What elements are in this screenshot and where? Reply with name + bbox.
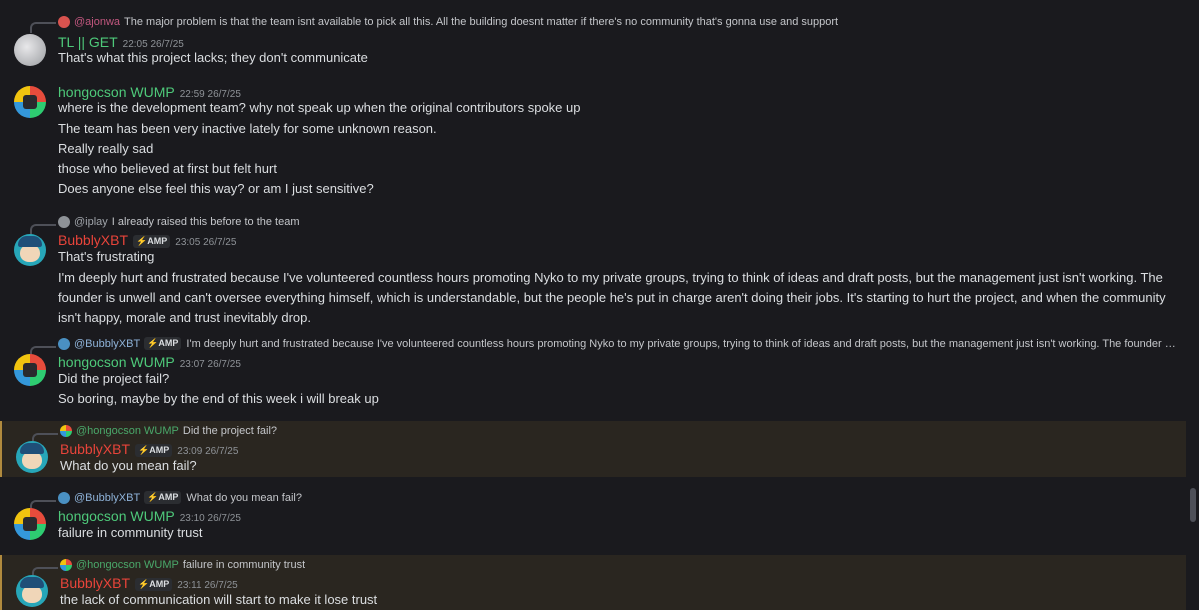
message-text: those who believed at first but felt hur… — [58, 161, 277, 176]
reply-author[interactable]: @hongocson WUMP — [76, 425, 179, 437]
reply-author[interactable]: @BubblyXBT — [74, 492, 140, 504]
avatar[interactable] — [16, 575, 48, 607]
reply-preview[interactable]: @iplay I already raised this before to t… — [58, 214, 1178, 230]
server-tag-badge: ⚡AMP — [144, 336, 182, 350]
reply-text: What do you mean fail? — [186, 492, 302, 504]
avatar[interactable] — [14, 508, 46, 540]
message-text: failure in community trust — [58, 525, 203, 540]
message-text: So boring, maybe by the end of this week… — [58, 391, 379, 406]
username[interactable]: BubblyXBT — [60, 441, 130, 457]
message-group: @iplay I already raised this before to t… — [0, 210, 1186, 326]
reply-text: failure in community trust — [182, 559, 306, 571]
message-text: the lack of communication will start to … — [60, 592, 378, 607]
username[interactable]: hongocson WUMP — [58, 508, 175, 524]
server-tag-badge: ⚡AMP — [144, 490, 182, 504]
avatar[interactable] — [14, 86, 46, 118]
reply-author[interactable]: @BubblyXBT — [74, 338, 140, 350]
message-text: What do you mean fail? — [60, 458, 197, 473]
reply-text: I'm deeply hurt and frustrated because I… — [186, 338, 1178, 350]
message-text: Does anyone else feel this way? or am I … — [58, 181, 374, 196]
message-text: That's frustrating — [58, 249, 155, 264]
username[interactable]: hongocson WUMP — [58, 354, 175, 370]
username[interactable]: BubblyXBT — [58, 232, 128, 248]
message-group: @BubblyXBT ⚡AMP I'm deeply hurt and frus… — [0, 334, 1186, 412]
reply-avatar-icon — [58, 492, 70, 504]
avatar[interactable] — [14, 354, 46, 386]
username[interactable]: BubblyXBT — [60, 575, 130, 591]
reply-avatar-icon — [58, 216, 70, 228]
avatar[interactable] — [14, 34, 46, 66]
message-group: hongocson WUMP 22:59 26/7/25 where is th… — [0, 80, 1186, 208]
message-group: @ajonwa The major problem is that the te… — [0, 0, 1186, 72]
scrollbar-thumb[interactable] — [1190, 488, 1196, 522]
reply-author[interactable]: @ajonwa — [74, 16, 120, 28]
message-text: Did the project fail? — [58, 371, 170, 386]
reply-avatar-icon — [60, 425, 72, 437]
reply-text: I already raised this before to the team — [111, 216, 300, 228]
avatar[interactable] — [16, 441, 48, 473]
reply-preview[interactable]: @BubblyXBT ⚡AMP I'm deeply hurt and frus… — [58, 336, 1178, 352]
reply-preview[interactable]: @hongocson WUMP failure in community tru… — [60, 557, 1180, 573]
reply-avatar-icon — [58, 338, 70, 350]
reply-preview[interactable]: @ajonwa The major problem is that the te… — [58, 14, 1178, 30]
reply-preview[interactable]: @BubblyXBT ⚡AMP What do you mean fail? — [58, 490, 1178, 506]
reply-preview[interactable]: @hongocson WUMP Did the project fail? — [60, 423, 1180, 439]
message-text: Really really sad — [58, 141, 154, 156]
reply-avatar-icon — [58, 16, 70, 28]
message-group: @BubblyXBT ⚡AMP What do you mean fail? h… — [0, 488, 1186, 546]
reply-text: Did the project fail? — [182, 425, 278, 437]
message-group-mention: @hongocson WUMP Did the project fail? Bu… — [0, 421, 1186, 477]
reply-author[interactable]: @iplay — [74, 216, 108, 228]
message-group-mention: @hongocson WUMP failure in community tru… — [0, 555, 1186, 610]
reply-author[interactable]: @hongocson WUMP — [76, 559, 179, 571]
chat-message-list: @ajonwa The major problem is that the te… — [0, 0, 1199, 610]
message-text: I'm deeply hurt and frustrated because I… — [58, 270, 1166, 325]
reply-text: The major problem is that the team isnt … — [124, 16, 839, 28]
reply-avatar-icon — [60, 559, 72, 571]
message-text: where is the development team? why not s… — [58, 100, 581, 115]
avatar[interactable] — [14, 234, 46, 266]
timestamp: 23:05 26/7/25 — [175, 237, 237, 248]
message-text: The team has been very inactive lately f… — [58, 121, 437, 136]
timestamp: 23:07 26/7/25 — [179, 359, 241, 370]
message-text: That's what this project lacks; they don… — [58, 50, 368, 65]
